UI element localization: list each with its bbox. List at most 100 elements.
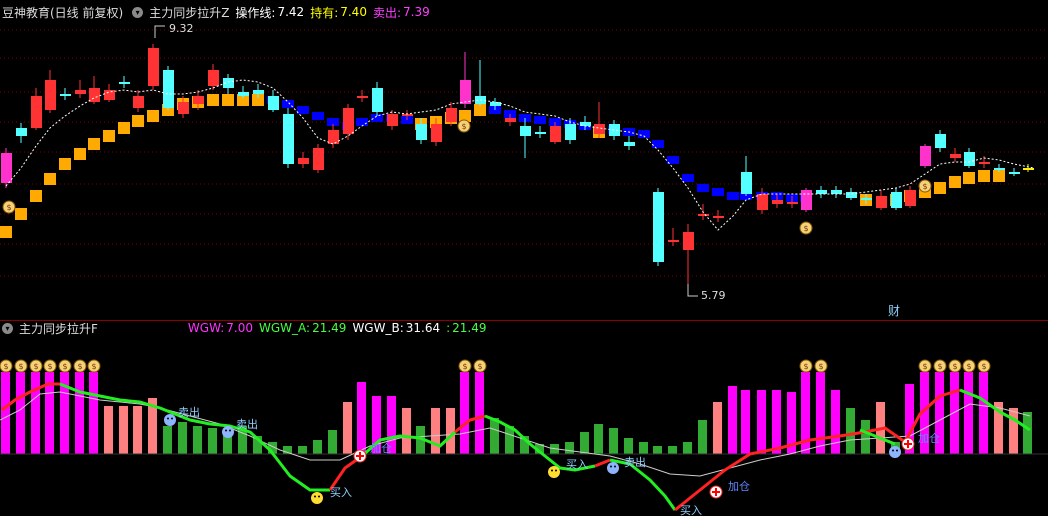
- svg-text:$: $: [803, 224, 808, 233]
- candle-body: [446, 108, 457, 122]
- buy-face-icon: [311, 492, 323, 504]
- signal-label: 买入: [330, 486, 352, 499]
- candle-body: [283, 114, 294, 164]
- money-bag-icon: $: [933, 359, 947, 373]
- candle-body: [416, 124, 427, 140]
- price-annotations: $ $ $ $: [2, 25, 932, 297]
- ladder-step: [147, 110, 159, 122]
- indicator-bar: [298, 446, 307, 454]
- candle-body: [253, 90, 264, 94]
- ladder-step: [638, 130, 650, 138]
- candle-body: [31, 96, 42, 128]
- signal-label: 卖出: [624, 455, 646, 469]
- candle-body: [565, 124, 576, 140]
- money-bag-icon: $: [977, 359, 991, 373]
- candle-body: [994, 168, 1005, 170]
- money-bag-icon: $: [58, 359, 72, 373]
- indicator-bar: [580, 432, 589, 454]
- indicator-bar: [565, 442, 574, 454]
- svg-text:$: $: [33, 362, 38, 371]
- indicator-bar: [460, 372, 469, 454]
- money-bag-icon: $: [473, 359, 487, 373]
- indicator-bar: [964, 372, 973, 454]
- candle-body: [698, 214, 709, 216]
- ladder-step: [682, 174, 694, 182]
- candle-body: [238, 92, 249, 96]
- indicator-bar: [431, 408, 440, 454]
- money-bag-icon: $: [457, 119, 471, 133]
- sell-face-icon: [607, 462, 619, 474]
- sell-face-icon: [222, 426, 234, 438]
- candle-body: [816, 190, 827, 194]
- indicator-chart[interactable]: $ $ $ $ $ $ $ $ $ $ $ $ $ $ $ $卖出卖出买入加仓买入 卖出买入加仓加仓: [0, 320, 1048, 516]
- indicator-bar: [653, 446, 662, 454]
- svg-text:$: $: [461, 122, 466, 131]
- sell-face-icon: [889, 446, 901, 458]
- ladder-step: [103, 130, 115, 142]
- ladder-step: [132, 115, 144, 127]
- indicator-bar: [208, 428, 217, 454]
- money-bag-icon: $: [43, 359, 57, 373]
- candle-body: [490, 102, 501, 106]
- indicator-bar: [446, 408, 455, 454]
- candle-body: [193, 96, 204, 104]
- ladder-step: [978, 170, 990, 182]
- price-chart[interactable]: $ $ $ $ 9.32 5.79 财: [0, 18, 1048, 318]
- candle-body: [431, 124, 442, 142]
- svg-text:$: $: [18, 362, 23, 371]
- indicator-bar: [119, 406, 128, 454]
- money-bag-icon: $: [87, 359, 101, 373]
- svg-text:$: $: [477, 362, 482, 371]
- money-bag-icon: $: [0, 359, 13, 373]
- candle-body: [609, 124, 620, 136]
- indicator-bar: [133, 406, 142, 454]
- candle-body: [89, 88, 100, 102]
- indicator-bar: [979, 372, 988, 454]
- svg-text:$: $: [6, 203, 11, 212]
- money-bag-icon: $: [918, 359, 932, 373]
- indicator-bar: [75, 372, 84, 454]
- candle-body: [208, 70, 219, 86]
- indicator-bar: [816, 372, 825, 454]
- candle-body: [624, 142, 635, 146]
- indicator-bar: [343, 402, 352, 454]
- svg-text:$: $: [77, 362, 82, 371]
- indicator-bar: [402, 408, 411, 454]
- indicator-bar: [475, 372, 484, 454]
- indicator-bar: [89, 372, 98, 454]
- money-bag-icon: $: [799, 359, 813, 373]
- candle-body: [75, 90, 86, 94]
- indicator-bar: [728, 386, 737, 454]
- ladder-step: [312, 112, 324, 120]
- indicator-bar: [741, 390, 750, 454]
- indicator-bar: [178, 422, 187, 454]
- low-price-label: 5.79: [701, 289, 726, 302]
- indicator-bar: [163, 426, 172, 454]
- svg-text:$: $: [922, 362, 927, 371]
- ladder-step: [15, 208, 27, 220]
- chevron-down-icon[interactable]: ▾: [132, 6, 144, 18]
- candle-body: [298, 158, 309, 164]
- finance-marker[interactable]: 财: [888, 304, 900, 318]
- indicator-bar: [639, 442, 648, 454]
- ladder-step: [963, 172, 975, 184]
- ladder-step: [652, 140, 664, 148]
- svg-text:$: $: [62, 362, 67, 371]
- candle-body: [119, 82, 130, 84]
- candle-body: [328, 130, 339, 144]
- candle-body: [268, 96, 279, 110]
- signal-label: 卖出: [236, 417, 258, 431]
- operation-line-value: 7.42: [277, 5, 305, 19]
- ladder-step: [297, 106, 309, 114]
- candle-body: [979, 162, 990, 164]
- ladder-step: [222, 94, 234, 106]
- candle-body: [313, 148, 324, 170]
- candle-body: [920, 146, 931, 166]
- svg-text:$: $: [462, 362, 467, 371]
- svg-text:$: $: [803, 362, 808, 371]
- candle-body: [801, 190, 812, 210]
- add-position-icon: [709, 485, 723, 499]
- candle-body: [550, 126, 561, 142]
- indicator-bar: [357, 382, 366, 454]
- sell-value: 7.39: [403, 5, 430, 19]
